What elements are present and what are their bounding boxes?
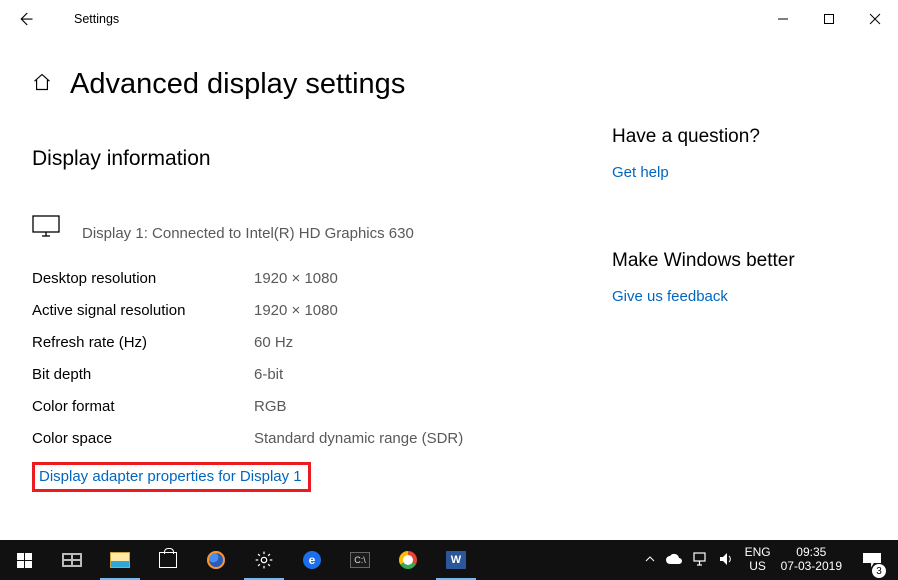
get-help-link[interactable]: Get help (612, 164, 669, 181)
chrome-app[interactable] (384, 540, 432, 580)
info-value: Standard dynamic range (SDR) (254, 430, 463, 447)
file-explorer-app[interactable] (96, 540, 144, 580)
maximize-button[interactable] (806, 0, 852, 38)
table-row: Bit depth 6-bit (32, 358, 552, 390)
info-value: 1920 × 1080 (254, 270, 338, 287)
clock[interactable]: 09:35 07-03-2019 (781, 546, 842, 574)
firefox-icon (207, 551, 225, 569)
start-button[interactable] (0, 540, 48, 580)
word-icon: W (446, 551, 466, 569)
volume-icon[interactable] (719, 552, 735, 569)
notification-badge: 3 (872, 564, 886, 578)
info-label: Active signal resolution (32, 302, 254, 319)
settings-app[interactable] (240, 540, 288, 580)
highlighted-link-box: Display adapter properties for Display 1 (32, 462, 311, 492)
window-title: Settings (74, 12, 119, 26)
info-value: RGB (254, 398, 287, 415)
cmd-icon: C:\ (350, 552, 370, 568)
monitor-icon (32, 215, 60, 242)
system-tray: ENG US 09:35 07-03-2019 3 (639, 540, 898, 580)
command-prompt-app[interactable]: C:\ (336, 540, 384, 580)
task-view-icon (62, 553, 82, 567)
network-icon[interactable] (693, 552, 709, 569)
gear-icon (254, 550, 274, 570)
info-value: 60 Hz (254, 334, 293, 351)
clock-date: 07-03-2019 (781, 560, 842, 574)
display-connected-text: Display 1: Connected to Intel(R) HD Grap… (82, 225, 414, 242)
info-label: Bit depth (32, 366, 254, 383)
info-label: Color space (32, 430, 254, 447)
firefox-app[interactable] (192, 540, 240, 580)
info-label: Refresh rate (Hz) (32, 334, 254, 351)
file-explorer-icon (110, 552, 130, 568)
onedrive-icon[interactable] (665, 553, 683, 568)
windows-logo-icon (17, 553, 32, 568)
question-heading: Have a question? (612, 126, 866, 148)
store-icon (159, 552, 177, 568)
page-title: Advanced display settings (70, 68, 405, 101)
section-title: Display information (32, 147, 552, 171)
clock-time: 09:35 (781, 546, 842, 560)
table-row: Color space Standard dynamic range (SDR) (32, 422, 552, 454)
chrome-icon (399, 551, 417, 569)
table-row: Color format RGB (32, 390, 552, 422)
display-info-table: Desktop resolution 1920 × 1080 Active si… (32, 262, 552, 454)
word-app[interactable]: W (432, 540, 480, 580)
info-label: Color format (32, 398, 254, 415)
table-row: Active signal resolution 1920 × 1080 (32, 294, 552, 326)
taskbar: C:\ W ENG US 09:35 07-03-2019 3 (0, 540, 898, 580)
microsoft-store-app[interactable] (144, 540, 192, 580)
task-view-button[interactable] (48, 540, 96, 580)
info-label: Desktop resolution (32, 270, 254, 287)
tray-chevron-up-icon[interactable] (645, 553, 655, 567)
close-button[interactable] (852, 0, 898, 38)
action-center-button[interactable]: 3 (852, 540, 892, 580)
improve-heading: Make Windows better (612, 250, 866, 272)
content-area: Advanced display settings Display inform… (0, 38, 898, 492)
table-row: Desktop resolution 1920 × 1080 (32, 262, 552, 294)
edge-icon (303, 551, 321, 569)
table-row: Refresh rate (Hz) 60 Hz (32, 326, 552, 358)
edge-app[interactable] (288, 540, 336, 580)
lang-bottom: US (745, 560, 771, 574)
info-value: 1920 × 1080 (254, 302, 338, 319)
minimize-button[interactable] (760, 0, 806, 38)
lang-top: ENG (745, 546, 771, 560)
language-indicator[interactable]: ENG US (745, 546, 771, 574)
titlebar: Settings (0, 0, 898, 38)
display-adapter-properties-link[interactable]: Display adapter properties for Display 1 (39, 468, 302, 485)
home-icon[interactable] (32, 72, 52, 97)
back-button[interactable] (0, 0, 50, 38)
feedback-link[interactable]: Give us feedback (612, 288, 728, 305)
info-value: 6-bit (254, 366, 283, 383)
